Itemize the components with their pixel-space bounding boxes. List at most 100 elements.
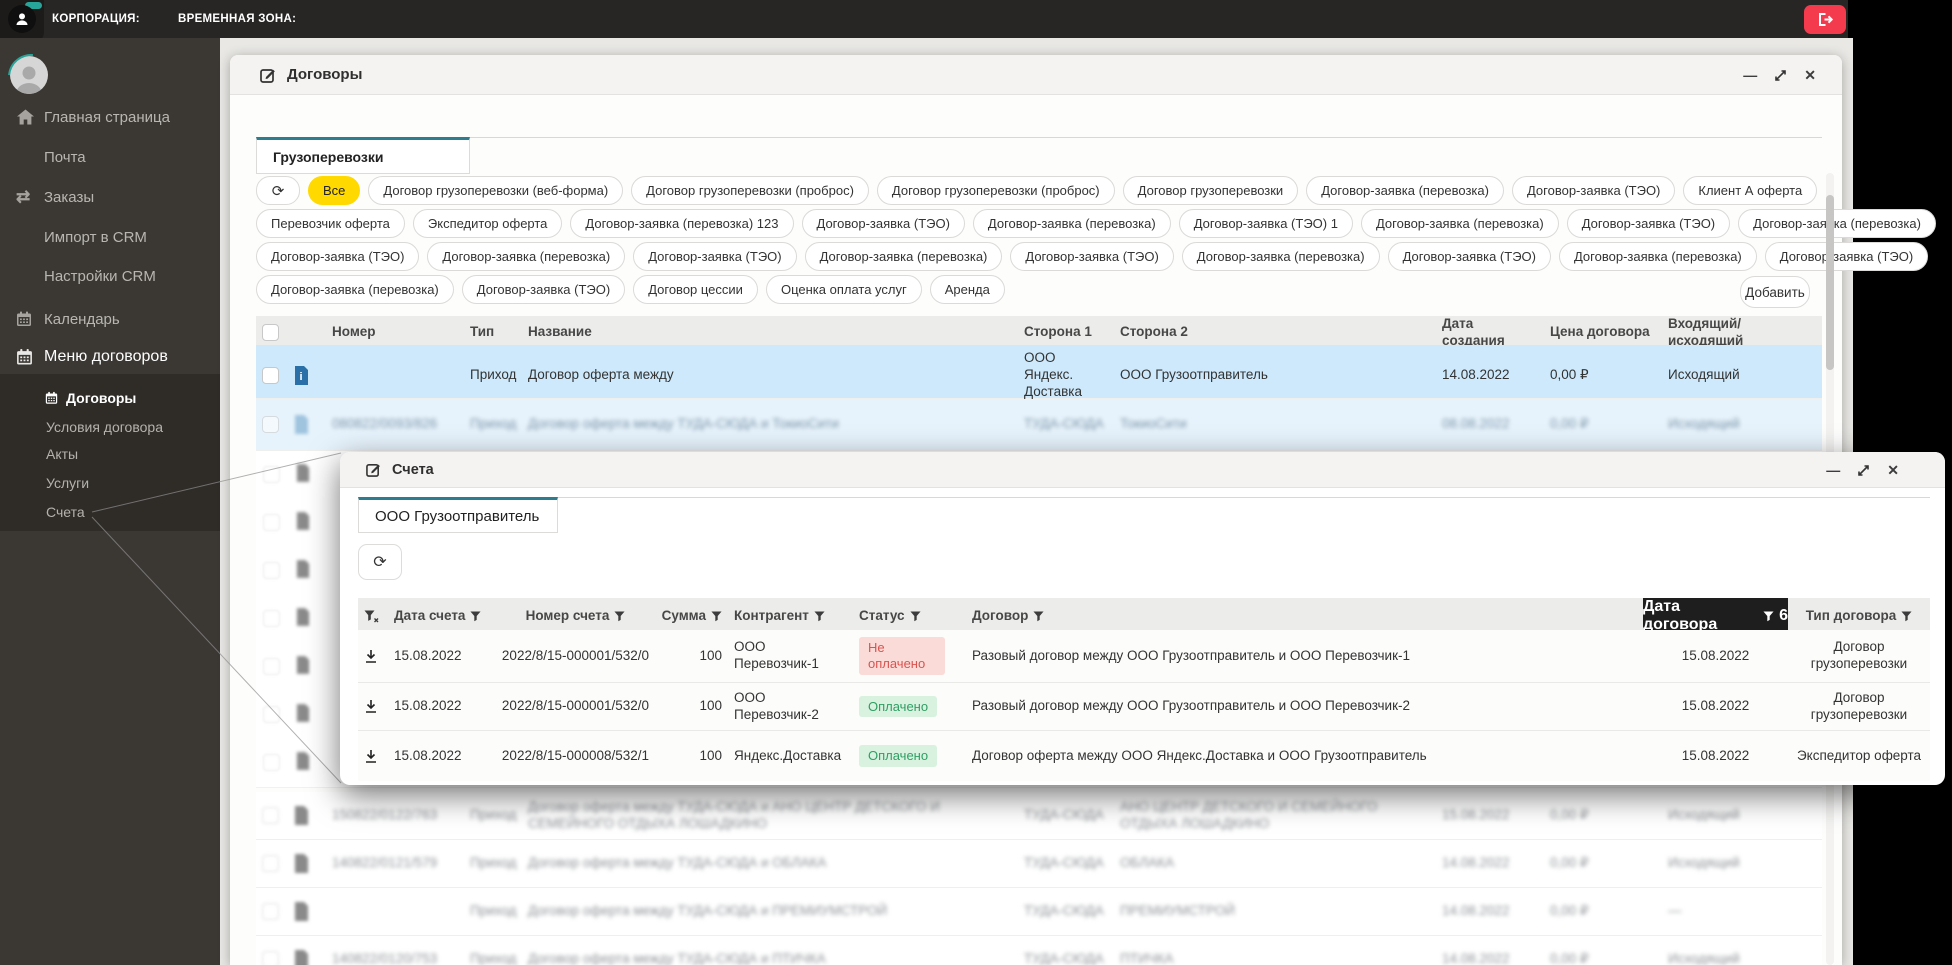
filter-chip[interactable]: Аренда [930, 275, 1005, 304]
filter-chip[interactable]: Договор-заявка (перевозка) [1559, 242, 1757, 271]
filter-chip[interactable]: Договор-заявка (перевозка) [256, 275, 454, 304]
filter-funnel-icon[interactable] [614, 611, 625, 622]
filter-chip[interactable]: Перевозчик оферта [256, 209, 405, 238]
sidebar-item-mail[interactable]: Почта [0, 142, 220, 172]
logout-button[interactable] [1804, 5, 1846, 34]
column-header[interactable]: Сумма [658, 598, 728, 634]
table-row[interactable]: 140822/0121/579 Приход Договор оферта ме… [256, 840, 1822, 888]
row-checkbox[interactable] [262, 807, 279, 824]
sidebar-item-calendar[interactable]: Календарь [0, 304, 220, 334]
filter-chip[interactable]: Договор-заявка (перевозка) [1361, 209, 1559, 238]
expand-icon[interactable] [1774, 69, 1787, 82]
select-all-checkbox[interactable] [262, 324, 279, 341]
filter-funnel-icon[interactable] [470, 611, 481, 622]
filter-chip[interactable]: Договор-заявка (ТЭО) [1765, 242, 1928, 271]
column-header[interactable]: Дата счета [388, 598, 493, 634]
filter-chip-all[interactable]: Все [308, 176, 360, 205]
table-row[interactable]: 140822/0120/753 Приход Договор оферта ме… [256, 936, 1822, 965]
download-icon[interactable] [358, 683, 388, 730]
invoice-row[interactable]: 15.08.2022 2022/8/15-000001/532/0 100 ОО… [358, 683, 1930, 731]
column-header[interactable]: Тип договора [1788, 598, 1930, 634]
filter-chip[interactable]: Клиент А оферта [1683, 176, 1817, 205]
filter-funnel-icon[interactable] [814, 611, 825, 622]
sidebar-item-crm-import[interactable]: Импорт в CRM [0, 222, 220, 252]
filter-chip[interactable]: Договор-заявка (ТЭО) [256, 242, 419, 271]
clear-filters-cell[interactable] [358, 598, 388, 634]
filter-chip[interactable]: Договор-заявка (ТЭО) [633, 242, 796, 271]
chip-label: Все [323, 183, 345, 198]
filter-chip[interactable]: Договор цессии [633, 275, 758, 304]
submenu-item-contracts[interactable]: Договоры [0, 385, 220, 411]
column-header[interactable]: Договор [958, 598, 1643, 634]
download-icon[interactable] [358, 630, 388, 682]
filter-chip[interactable]: Договор грузоперевозки (проброс) [631, 176, 869, 205]
row-checkbox[interactable] [262, 367, 279, 384]
row-checkbox[interactable] [262, 903, 279, 920]
filter-chip[interactable]: Оценка оплата услуг [766, 275, 922, 304]
sidebar-item-orders[interactable]: ⇄ Заказы [0, 182, 220, 212]
tab-consignor[interactable]: ООО Грузоотправитель [358, 497, 558, 533]
filter-chip[interactable]: Договор-заявка (перевозка) 123 [570, 209, 793, 238]
row-checkbox[interactable] [262, 855, 279, 872]
tab-cargo-transport[interactable]: Грузоперевозки [256, 137, 470, 174]
row-checkbox[interactable] [262, 416, 279, 433]
topbar-user-avatar[interactable] [8, 5, 36, 33]
submenu-item-services[interactable]: Услуги [0, 470, 220, 496]
document-info-icon[interactable]: i [288, 345, 326, 406]
filter-funnel-icon[interactable] [711, 611, 722, 622]
add-button[interactable]: Добавить [1740, 276, 1810, 308]
filter-funnel-icon[interactable] [1033, 611, 1044, 622]
filter-chip[interactable]: Договор-заявка (ТЭО) [1512, 176, 1675, 205]
filter-chip[interactable]: Договор грузоперевозки [1123, 176, 1299, 205]
submenu-item-invoices[interactable]: Счета [0, 499, 220, 525]
filter-chip[interactable]: Договор-заявка (перевозка) [1306, 176, 1504, 205]
scrollbar-thumb[interactable] [1826, 195, 1834, 370]
sidebar-item-contracts-menu[interactable]: Меню договоров [0, 342, 220, 372]
document-icon [288, 840, 326, 887]
filter-chip[interactable]: Договор-заявка (перевозка) [427, 242, 625, 271]
table-row[interactable]: 080822/0093/826 Приход Договор оферта ме… [256, 399, 1822, 451]
sidebar-item-label: Настройки CRM [44, 268, 156, 285]
filter-chip[interactable]: Договор-заявка (перевозка) [1182, 242, 1380, 271]
close-icon[interactable]: ✕ [1887, 462, 1899, 479]
sidebar-item-crm-settings[interactable]: Настройки CRM [0, 261, 220, 291]
table-row[interactable]: 150822/0122/763 Приход Договор оферта ме… [256, 792, 1822, 840]
filter-chip[interactable]: Договор грузоперевозки (проброс) [877, 176, 1115, 205]
filter-chip[interactable]: Договор грузоперевозки (веб-форма) [368, 176, 623, 205]
filter-chip[interactable]: Договор-заявка (перевозка) [1738, 209, 1936, 238]
table-row-selected[interactable]: i Приход Договор оферта между ООО Яндекс… [256, 345, 1822, 399]
submenu-item-contract-terms[interactable]: Условия договора [0, 414, 220, 440]
cell-party1: ТУДА-СЮДА [1024, 951, 1104, 965]
filter-chip[interactable]: Договор-заявка (ТЭО) [462, 275, 625, 304]
invoice-row[interactable]: 15.08.2022 2022/8/15-000008/532/1 100 Ян… [358, 731, 1930, 781]
filter-chip[interactable]: Договор-заявка (ТЭО) 1 [1179, 209, 1353, 238]
filter-chip[interactable]: Договор-заявка (ТЭО) [1010, 242, 1173, 271]
column-header-active-filter[interactable]: Дата договора 6 [1643, 598, 1788, 634]
column-header[interactable]: Номер счета [493, 598, 658, 634]
column-header[interactable]: Контрагент [728, 598, 853, 634]
filter-chip[interactable]: Договор-заявка (ТЭО) [1388, 242, 1551, 271]
minimize-icon[interactable]: — [1743, 67, 1757, 83]
filter-funnel-icon[interactable] [1763, 611, 1774, 622]
chip-label: Договор-заявка (перевозка) [988, 216, 1156, 231]
refresh-button[interactable]: ⟳ [256, 176, 300, 205]
close-icon[interactable]: ✕ [1804, 67, 1816, 84]
expand-icon[interactable] [1857, 464, 1870, 477]
filter-chip[interactable]: Договор-заявка (ТЭО) [802, 209, 965, 238]
sidebar-item-home[interactable]: Главная страница [0, 102, 220, 132]
filter-chip[interactable]: Экспедитор оферта [413, 209, 563, 238]
filter-chip[interactable]: Договор-заявка (ТЭО) [1567, 209, 1730, 238]
filter-funnel-icon[interactable] [1901, 611, 1912, 622]
filter-chip[interactable]: Договор-заявка (перевозка) [973, 209, 1171, 238]
column-header[interactable]: Статус [853, 598, 958, 634]
invoice-row[interactable]: 15.08.2022 2022/8/15-000001/532/0 100 ОО… [358, 630, 1930, 683]
table-row[interactable]: Приход Договор оферта между ТУДА-СЮДА и … [256, 888, 1822, 936]
download-icon[interactable] [358, 731, 388, 781]
filter-funnel-icon[interactable] [910, 611, 921, 622]
edit-pencil-icon [260, 67, 276, 83]
filter-chip[interactable]: Договор-заявка (перевозка) [805, 242, 1003, 271]
refresh-button[interactable]: ⟳ [358, 544, 402, 580]
submenu-item-acts[interactable]: Акты [0, 441, 220, 467]
row-checkbox[interactable] [262, 951, 279, 965]
minimize-icon[interactable]: — [1826, 462, 1840, 478]
